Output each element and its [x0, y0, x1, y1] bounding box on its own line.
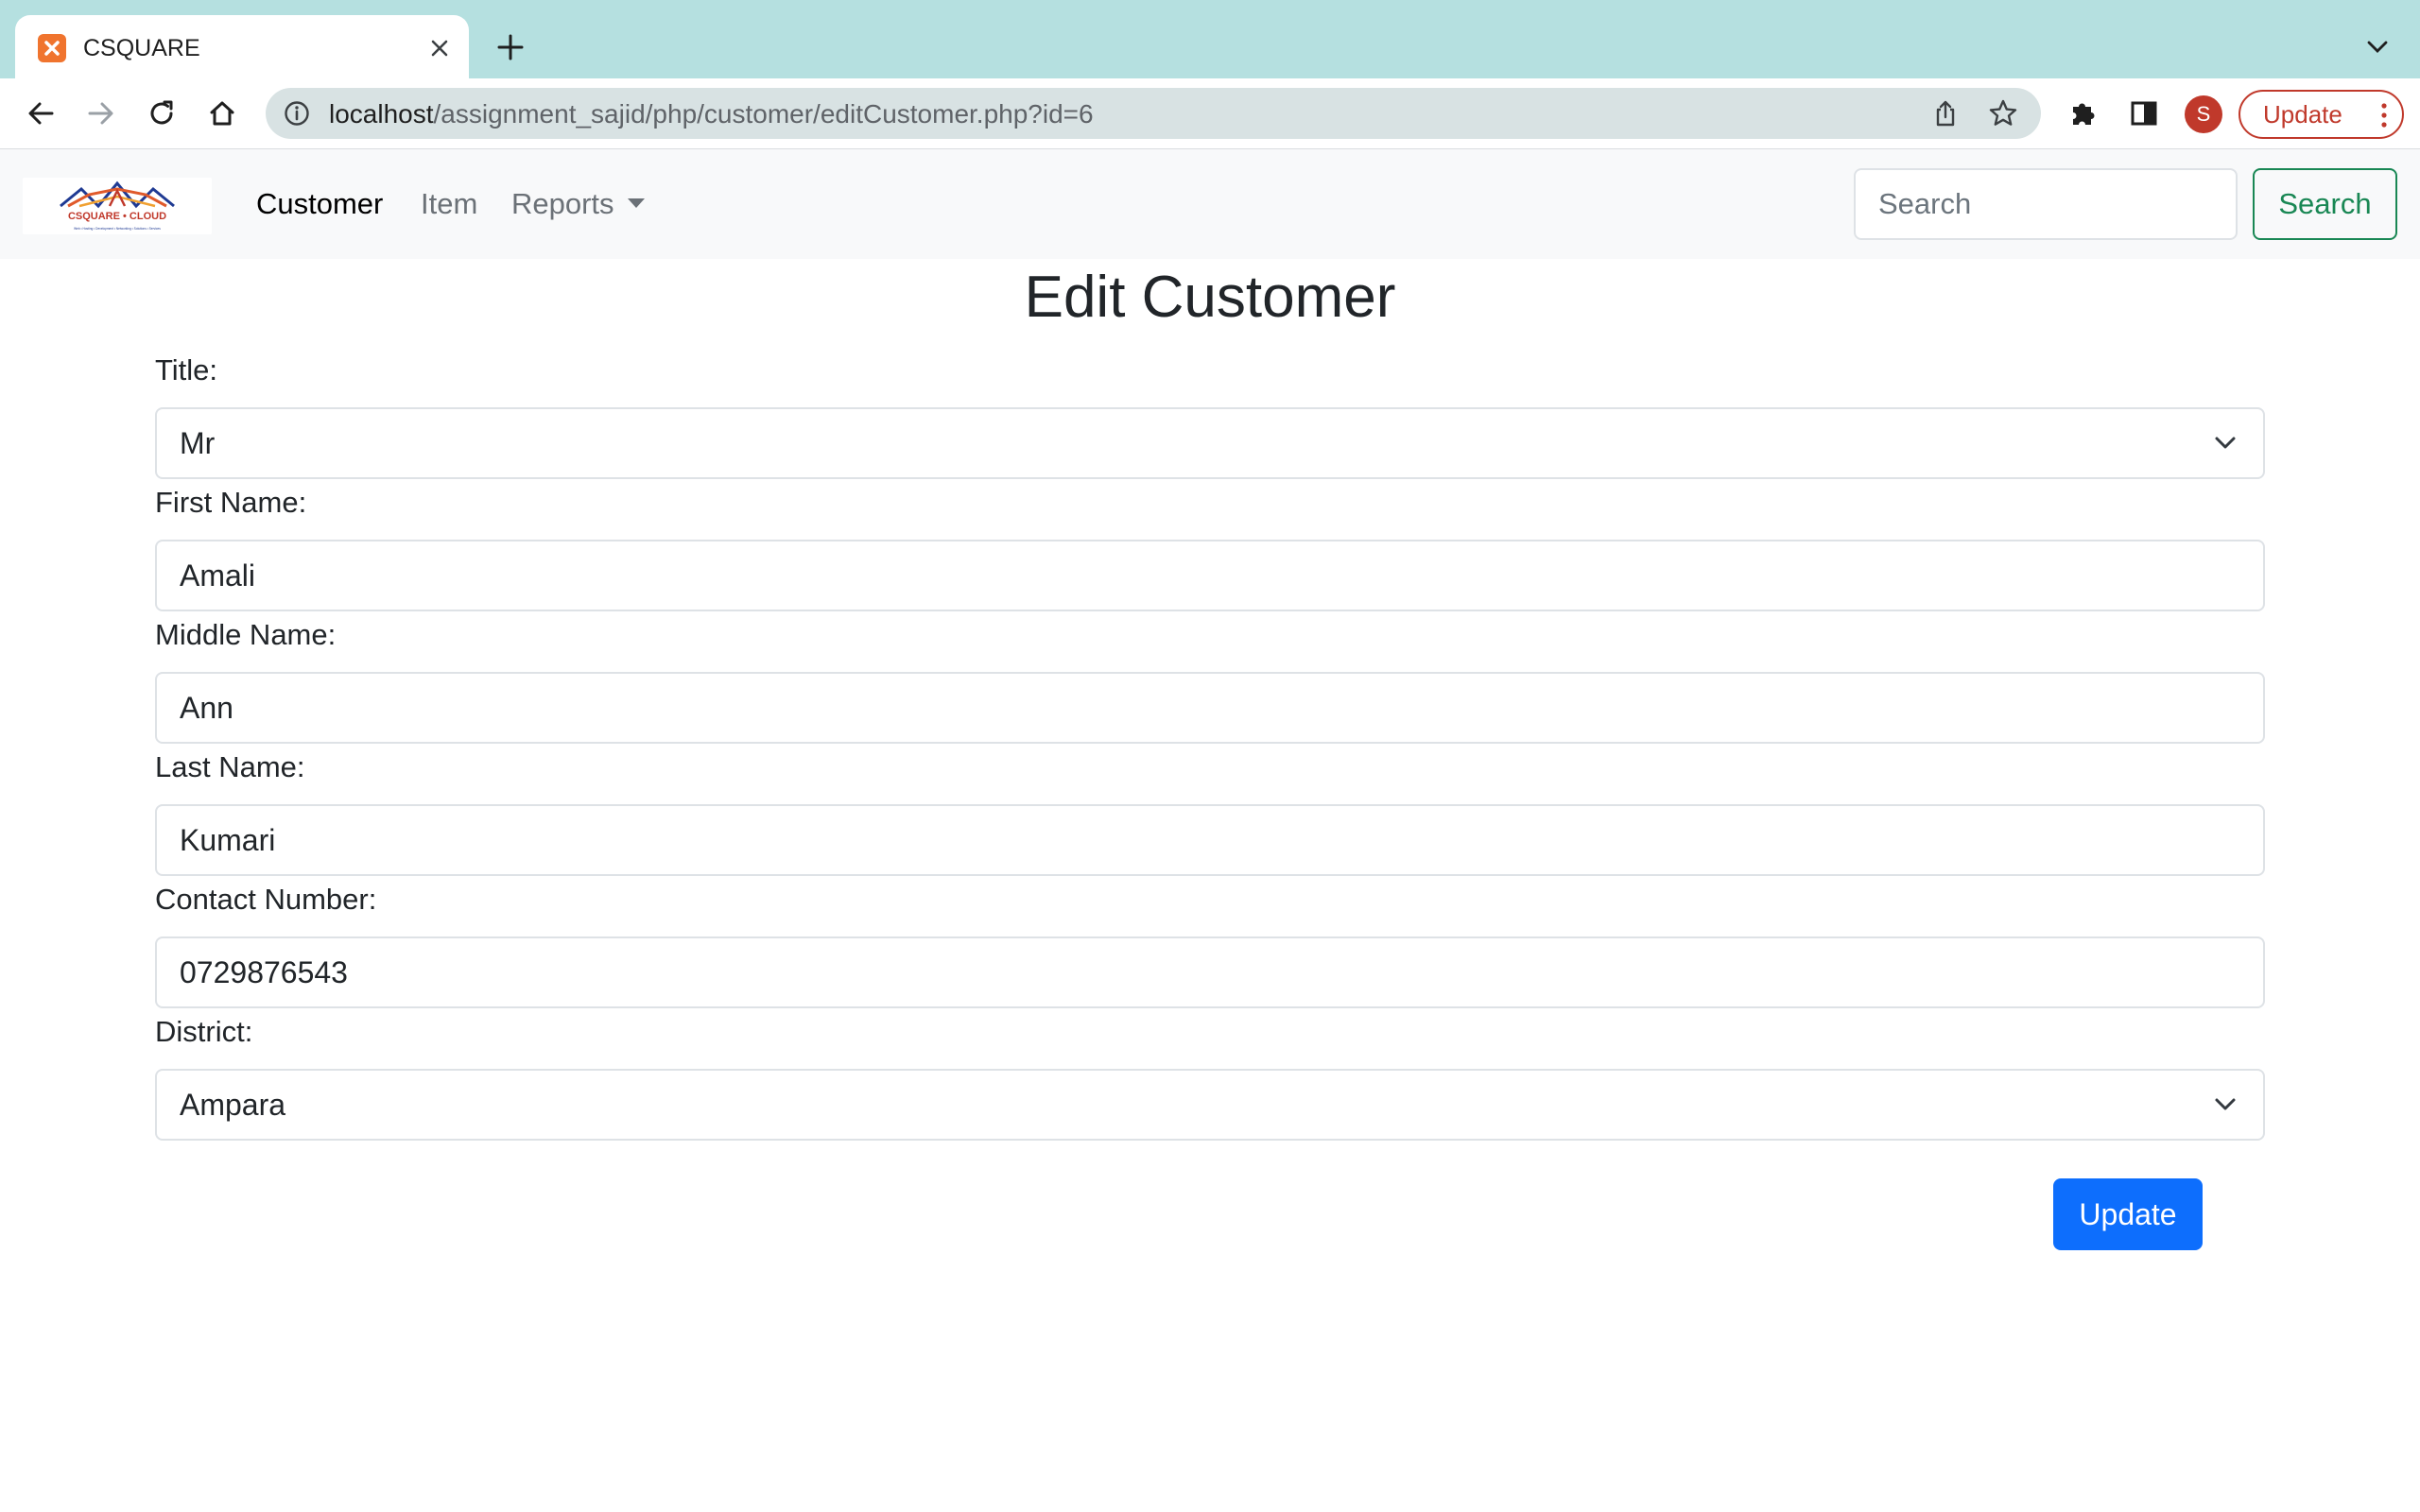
browser-toolbar: localhost/assignment_sajid/php/customer/…	[0, 78, 2420, 149]
more-menu-icon[interactable]	[2381, 103, 2387, 128]
site-info-icon[interactable]	[283, 99, 311, 128]
extensions-puzzle-icon[interactable]	[2064, 94, 2101, 132]
url-host: localhost	[329, 99, 434, 129]
profile-avatar[interactable]: S	[2185, 95, 2222, 133]
brand-tagline: Web • Hosting • Development • Networking…	[74, 227, 161, 231]
nav-link-customer[interactable]: Customer	[256, 185, 383, 223]
title-select-value: Mr	[180, 425, 216, 460]
search-input[interactable]	[1854, 168, 2238, 240]
middle-name-input[interactable]: Ann	[155, 672, 2265, 744]
last-name-label: Last Name:	[155, 750, 305, 783]
district-select-value: Ampara	[180, 1087, 286, 1122]
nav-link-reports-label: Reports	[511, 187, 614, 220]
share-icon[interactable]	[1931, 99, 1960, 128]
first-name-input[interactable]: Amali	[155, 540, 2265, 611]
bookmark-star-icon[interactable]	[1988, 98, 2018, 129]
page-title: Edit Customer	[1024, 265, 1396, 330]
nav-dropdown-reports[interactable]: Reports	[511, 185, 645, 223]
middle-name-label: Middle Name:	[155, 618, 337, 651]
csquare-logo[interactable]: CSQUARE • CLOUD Web • Hosting • Developm…	[23, 178, 212, 234]
contact-number-input[interactable]: 0729876543	[155, 936, 2265, 1008]
title-label: Title:	[155, 353, 218, 387]
address-url[interactable]: localhost/assignment_sajid/php/customer/…	[329, 99, 1094, 129]
title-select[interactable]: Mr	[155, 407, 2265, 479]
url-path: /assignment_sajid/php/customer/editCusto…	[433, 99, 1094, 129]
first-name-label: First Name:	[155, 486, 307, 519]
browser-tab[interactable]: CSQUARE	[15, 15, 469, 78]
first-name-value: Amali	[180, 558, 256, 593]
nav-link-item[interactable]: Item	[421, 185, 477, 223]
last-name-input[interactable]: Kumari	[155, 804, 2265, 876]
app-navbar: CSQUARE • CLOUD Web • Hosting • Developm…	[0, 149, 2420, 259]
browser-update-button[interactable]: Update	[2238, 90, 2404, 139]
back-arrow-icon[interactable]	[21, 94, 60, 133]
middle-name-value: Ann	[180, 690, 233, 725]
home-icon[interactable]	[202, 94, 242, 133]
brand-text: CSQUARE • CLOUD	[68, 211, 166, 222]
chevron-down-icon	[2215, 1098, 2236, 1110]
forward-arrow-icon[interactable]	[81, 94, 121, 133]
new-tab-plus-icon[interactable]	[493, 30, 527, 64]
last-name-value: Kumari	[180, 822, 276, 857]
address-bar[interactable]: localhost/assignment_sajid/php/customer/…	[266, 88, 2041, 139]
xampp-favicon-icon	[38, 34, 66, 62]
district-select[interactable]: Ampara	[155, 1069, 2265, 1141]
side-panel-icon[interactable]	[2125, 94, 2163, 132]
search-button[interactable]: Search	[2253, 168, 2397, 240]
browser-update-label: Update	[2263, 99, 2342, 129]
update-button[interactable]: Update	[2053, 1178, 2203, 1250]
browser-tabstrip: CSQUARE	[0, 0, 2420, 78]
close-tab-icon[interactable]	[424, 32, 456, 64]
contact-number-value: 0729876543	[180, 954, 348, 989]
tab-title: CSQUARE	[83, 35, 200, 61]
tab-search-chevron-icon[interactable]	[2359, 28, 2396, 66]
reload-icon[interactable]	[142, 94, 182, 133]
chevron-down-icon	[2215, 437, 2236, 449]
caret-down-icon	[627, 198, 645, 208]
contact-number-label: Contact Number:	[155, 883, 377, 916]
district-label: District:	[155, 1015, 253, 1048]
